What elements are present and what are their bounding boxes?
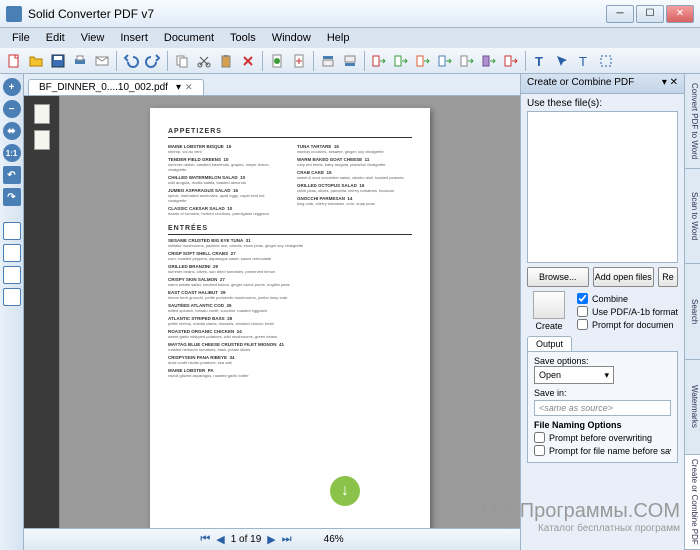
- menu-document[interactable]: Document: [156, 30, 222, 46]
- last-page-icon[interactable]: ⏭: [282, 533, 292, 546]
- svg-text:T: T: [579, 54, 587, 69]
- convert-text-icon[interactable]: [457, 51, 477, 71]
- prompt-doc-checkbox[interactable]: [577, 319, 588, 330]
- rotate-left-icon[interactable]: ↶: [3, 166, 21, 184]
- close-button[interactable]: ✕: [666, 5, 694, 23]
- fit-page-icon[interactable]: 1:1: [3, 144, 21, 162]
- crop-icon[interactable]: [596, 51, 616, 71]
- thumbnail[interactable]: [34, 130, 50, 150]
- prompt-filename-checkbox[interactable]: [534, 445, 545, 456]
- download-icon[interactable]: ↓: [330, 476, 360, 506]
- reset-button[interactable]: Re: [658, 267, 678, 287]
- continuous-icon[interactable]: [3, 244, 21, 262]
- convert-word-icon[interactable]: [369, 51, 389, 71]
- combine-checkbox[interactable]: [577, 293, 588, 304]
- save-in-field[interactable]: <same as source>: [534, 400, 671, 416]
- page-indicator: 1 of 19: [231, 534, 262, 545]
- rotate-right-icon[interactable]: ↷: [3, 188, 21, 206]
- convert-image-icon[interactable]: [479, 51, 499, 71]
- sidetab-watermarks[interactable]: Watermarks: [685, 360, 700, 455]
- panel-close-icon[interactable]: ▾ ✕: [662, 77, 678, 90]
- panel-title: Create or Combine PDF: [527, 77, 634, 90]
- menu-help[interactable]: Help: [319, 30, 358, 46]
- window-title: Solid Converter PDF v7: [28, 7, 606, 21]
- copy-icon[interactable]: [172, 51, 192, 71]
- maximize-button[interactable]: ☐: [636, 5, 664, 23]
- menu-insert[interactable]: Insert: [112, 30, 156, 46]
- text-tool-icon[interactable]: T: [530, 51, 550, 71]
- menu-tools[interactable]: Tools: [222, 30, 264, 46]
- sidetab-convert-word[interactable]: Convert PDF to Word: [685, 74, 700, 169]
- convert-excel-icon[interactable]: [391, 51, 411, 71]
- zoom-out-icon[interactable]: −: [3, 100, 21, 118]
- first-page-icon[interactable]: ⏮: [200, 533, 210, 546]
- file-list[interactable]: [527, 111, 678, 263]
- page-viewport[interactable]: APPETIZERS MAINE LOBSTER BISQUE 16shrimp…: [60, 96, 520, 528]
- menu-edit[interactable]: Edit: [38, 30, 73, 46]
- edit-text-icon[interactable]: T: [574, 51, 594, 71]
- app-icon: [6, 6, 22, 22]
- paste-icon[interactable]: [216, 51, 236, 71]
- side-tabs: Convert PDF to Word Scan to Word Search …: [684, 74, 700, 550]
- prompt-overwrite-checkbox[interactable]: [534, 432, 545, 443]
- delete-icon[interactable]: [238, 51, 258, 71]
- convert-html-icon[interactable]: [435, 51, 455, 71]
- open-icon[interactable]: [26, 51, 46, 71]
- menu-view[interactable]: View: [73, 30, 113, 46]
- titlebar: Solid Converter PDF v7 ─ ☐ ✕: [0, 0, 700, 28]
- facing-icon[interactable]: [3, 266, 21, 284]
- single-page-icon[interactable]: [3, 222, 21, 240]
- next-page-icon[interactable]: ▶: [267, 533, 275, 546]
- thumbnail[interactable]: [34, 104, 50, 124]
- tab-pin-icon[interactable]: ▾: [176, 82, 181, 93]
- cut-icon[interactable]: [194, 51, 214, 71]
- minimize-button[interactable]: ─: [606, 5, 634, 23]
- book-icon[interactable]: [3, 288, 21, 306]
- files-label: Use these file(s):: [527, 98, 678, 109]
- insert-page-icon[interactable]: [267, 51, 287, 71]
- pdf-page: APPETIZERS MAINE LOBSTER BISQUE 16shrimp…: [150, 108, 430, 528]
- tab-close-icon[interactable]: ✕: [185, 82, 193, 93]
- sidetab-search[interactable]: Search: [685, 264, 700, 359]
- document-tab[interactable]: BF_DINNER_0....10_002.pdf ▾ ✕: [28, 79, 204, 95]
- thumbnail-strip: [24, 96, 60, 528]
- add-open-files-button[interactable]: Add open files: [593, 267, 655, 287]
- sidetab-create-combine[interactable]: Create or Combine PDF: [685, 455, 700, 550]
- menubar: File Edit View Insert Document Tools Win…: [0, 28, 700, 48]
- select-tool-icon[interactable]: [552, 51, 572, 71]
- save-options-select[interactable]: Open▾: [534, 366, 614, 384]
- extract-page-icon[interactable]: [289, 51, 309, 71]
- print-icon[interactable]: [70, 51, 90, 71]
- pdfa-checkbox[interactable]: [577, 306, 588, 317]
- convert-pdfa-icon[interactable]: [501, 51, 521, 71]
- menu-file[interactable]: File: [4, 30, 38, 46]
- zoom-level: 46%: [324, 534, 344, 545]
- fit-width-icon[interactable]: ⬌: [3, 122, 21, 140]
- left-toolbar: + − ⬌ 1:1 ↶ ↷: [0, 74, 24, 550]
- zoom-in-icon[interactable]: +: [3, 78, 21, 96]
- header-icon[interactable]: [318, 51, 338, 71]
- right-panel: Create or Combine PDF ▾ ✕ Use these file…: [520, 74, 684, 550]
- convert-ppt-icon[interactable]: [413, 51, 433, 71]
- menu-window[interactable]: Window: [264, 30, 319, 46]
- tab-label: BF_DINNER_0....10_002.pdf: [39, 82, 168, 93]
- prev-page-icon[interactable]: ◀: [216, 533, 224, 546]
- svg-text:T: T: [535, 54, 543, 69]
- browse-button[interactable]: Browse...: [527, 267, 589, 287]
- footer-icon[interactable]: [340, 51, 360, 71]
- create-button[interactable]: Create: [527, 291, 571, 331]
- redo-icon[interactable]: [143, 51, 163, 71]
- email-icon[interactable]: [92, 51, 112, 71]
- toolbar: T T: [0, 48, 700, 74]
- save-icon[interactable]: [48, 51, 68, 71]
- sidetab-scan-word[interactable]: Scan to Word: [685, 169, 700, 264]
- new-icon[interactable]: [4, 51, 24, 71]
- output-tab[interactable]: Output: [527, 336, 572, 351]
- undo-icon[interactable]: [121, 51, 141, 71]
- create-icon: [533, 291, 565, 319]
- page-nav-bar: ⏮ ◀ 1 of 19 ▶ ⏭ 46%: [24, 528, 520, 550]
- document-tabs: BF_DINNER_0....10_002.pdf ▾ ✕: [24, 74, 520, 96]
